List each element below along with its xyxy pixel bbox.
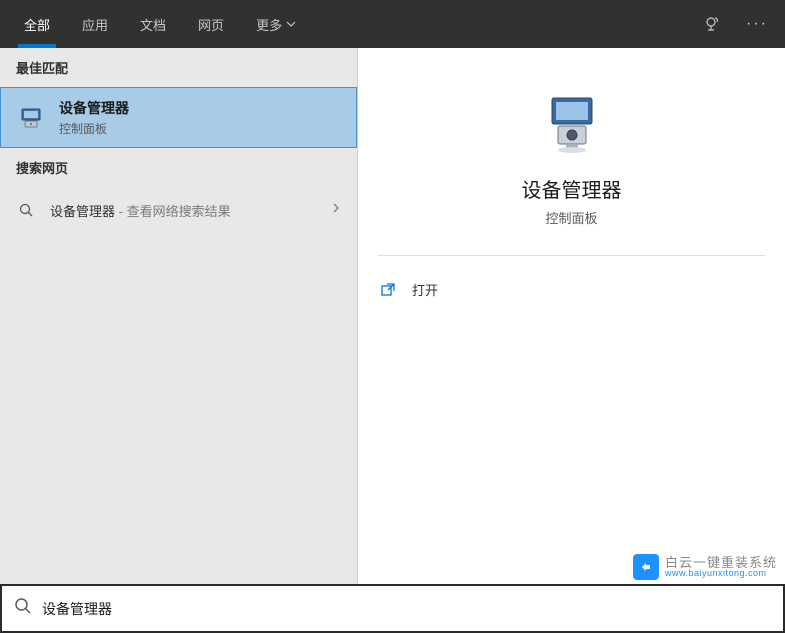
- watermark-text: 白云一键重装系统 www.baiyunxitong.com: [665, 556, 777, 578]
- result-device-manager[interactable]: 设备管理器 控制面板: [0, 87, 357, 148]
- web-result-suffix: - 查看网络搜索结果: [115, 204, 231, 219]
- device-manager-icon: [17, 104, 45, 132]
- watermark: 白云一键重装系统 www.baiyunxitong.com: [633, 554, 777, 580]
- web-search-result[interactable]: 设备管理器 - 查看网络搜索结果: [0, 187, 357, 234]
- search-icon: [16, 203, 36, 218]
- action-open[interactable]: 打开: [378, 274, 765, 305]
- detail-actions: 打开: [358, 256, 785, 323]
- watermark-title: 白云一键重装系统: [665, 556, 777, 569]
- chevron-down-icon: [286, 19, 296, 29]
- tab-web[interactable]: 网页: [182, 0, 240, 48]
- action-open-label: 打开: [412, 280, 438, 299]
- header-tabs: 全部 应用 文档 网页 更多: [8, 0, 312, 48]
- more-options-icon[interactable]: ···: [737, 0, 777, 48]
- detail-subtitle: 控制面板: [545, 208, 597, 227]
- feedback-icon[interactable]: [693, 0, 733, 48]
- result-title: 设备管理器: [59, 98, 340, 118]
- tab-apps[interactable]: 应用: [66, 0, 124, 48]
- watermark-logo-icon: [633, 554, 659, 580]
- web-result-query: 设备管理器: [50, 204, 115, 219]
- web-result-text: 设备管理器 - 查看网络搜索结果: [50, 201, 317, 220]
- results-panel: 最佳匹配 设备管理器 控制面板 搜索网页 设备管理器 - 查看网: [0, 48, 358, 584]
- search-bar-icon: [14, 597, 32, 620]
- best-match-header: 最佳匹配: [0, 48, 357, 87]
- header-right: ···: [693, 0, 777, 48]
- open-icon: [378, 282, 398, 298]
- tab-documents[interactable]: 文档: [124, 0, 182, 48]
- tab-all[interactable]: 全部: [8, 0, 66, 48]
- content-area: 最佳匹配 设备管理器 控制面板 搜索网页 设备管理器 - 查看网: [0, 48, 785, 584]
- result-text: 设备管理器 控制面板: [59, 98, 340, 137]
- detail-title: 设备管理器: [522, 174, 622, 203]
- chevron-right-icon: [331, 201, 341, 220]
- watermark-url: www.baiyunxitong.com: [665, 569, 777, 578]
- detail-panel: 设备管理器 控制面板 打开 白云一键重装系统 www.baiyunxitong.…: [358, 48, 785, 584]
- web-search-header: 搜索网页: [0, 148, 357, 187]
- tab-more[interactable]: 更多: [240, 0, 312, 48]
- header-bar: 全部 应用 文档 网页 更多 ···: [0, 0, 785, 48]
- search-input[interactable]: [42, 601, 771, 617]
- tab-more-label: 更多: [256, 15, 282, 34]
- search-bar[interactable]: [0, 584, 785, 633]
- device-manager-large-icon: [536, 88, 608, 160]
- result-subtitle: 控制面板: [59, 120, 340, 137]
- detail-card: 设备管理器 控制面板: [378, 48, 765, 256]
